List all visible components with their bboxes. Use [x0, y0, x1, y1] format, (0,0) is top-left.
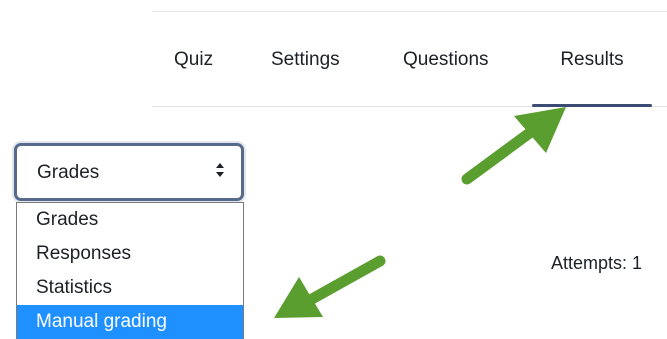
tab-results[interactable]: Results	[532, 24, 652, 107]
top-divider	[152, 11, 667, 12]
tab-settings[interactable]: Settings	[271, 24, 340, 106]
report-select-value: Grades	[37, 162, 100, 183]
option-responses[interactable]: Responses	[17, 237, 243, 271]
tab-quiz[interactable]: Quiz	[174, 24, 213, 106]
sort-caret-icon	[216, 163, 224, 177]
annotation-arrow-results-icon	[461, 107, 566, 185]
option-manual-grading[interactable]: Manual grading	[17, 305, 243, 339]
attempts-count-link[interactable]: Attempts: 1	[551, 252, 642, 274]
report-options-list: Grades Responses Statistics Manual gradi…	[16, 202, 244, 339]
tab-questions[interactable]: Questions	[403, 24, 489, 106]
secondary-navigation: Quiz Settings Questions Results	[152, 24, 667, 107]
option-grades[interactable]: Grades	[17, 203, 243, 237]
report-select[interactable]: Grades	[14, 143, 244, 201]
annotation-arrow-manual-grading-icon	[274, 255, 386, 318]
option-statistics[interactable]: Statistics	[17, 271, 243, 305]
